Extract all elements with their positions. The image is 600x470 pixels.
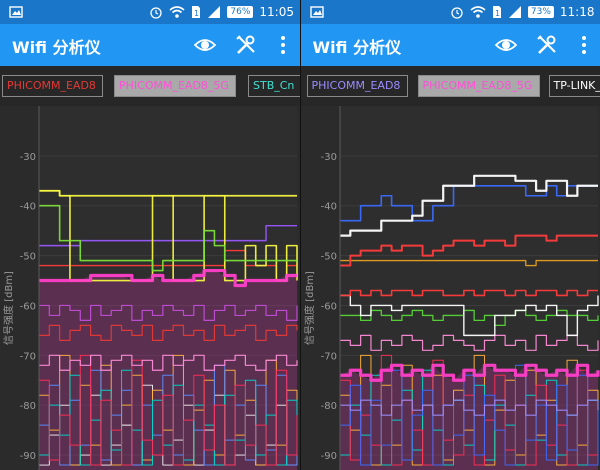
status-time: 11:05 <box>259 5 294 19</box>
tab-label: STB_Cn <box>253 79 295 92</box>
y-tick-label: -50 <box>320 252 336 263</box>
network-tabs: PHICOMM_EAD8 PHICOMM_EAD8_5G TP-LINK_ <box>300 66 600 106</box>
signal-chart: -30 -40 -50 -60 -70 -80 -90 信号强度 [dBm] <box>301 106 600 470</box>
tab-network-0[interactable]: PHICOMM_EAD8 <box>306 75 408 97</box>
tab-label: TP-LINK_ <box>553 79 600 92</box>
eye-icon[interactable] <box>194 34 216 56</box>
cell-signal-icon <box>508 6 521 18</box>
y-tick-label: -40 <box>320 202 336 213</box>
image-notification-icon <box>309 6 324 18</box>
cell-signal-icon <box>208 6 221 18</box>
status-bar: 1 73% 11:18 <box>300 0 600 24</box>
y-tick-label: -30 <box>320 152 336 163</box>
signal-chart-svg: -30 -40 -50 -60 -70 -80 -90 信号强度 [dBm] <box>303 106 600 470</box>
status-time: 11:18 <box>559 5 595 19</box>
y-tick-label: -60 <box>320 301 336 312</box>
svg-text:1: 1 <box>194 9 199 18</box>
y-tick-label: -90 <box>320 451 336 462</box>
y-tick-label: -70 <box>20 351 36 362</box>
y-axis-label: 信号强度 [dBm] <box>303 271 316 345</box>
app-toolbar: Wifi 分析仪 <box>300 24 600 66</box>
tab-label: PHICOMM_EAD8_5G <box>119 79 229 92</box>
sim-card-icon: 1 <box>192 6 201 18</box>
app-title: Wifi 分析仪 <box>312 38 402 57</box>
y-tick-label: -80 <box>320 401 336 412</box>
app-toolbar: Wifi 分析仪 <box>0 24 300 66</box>
y-tick-label: -30 <box>20 152 36 163</box>
phone-panel-left: 1 76% 11:05 Wifi 分析仪 PHICOMM_EAD8 PHICOM… <box>0 0 300 470</box>
tools-icon[interactable] <box>235 34 257 56</box>
svg-text:1: 1 <box>495 9 500 18</box>
phone-panel-right: 1 73% 11:18 Wifi 分析仪 PHICOMM_EAD8 PHICOM… <box>299 0 600 470</box>
sim-card-icon: 1 <box>492 6 501 18</box>
eye-icon[interactable] <box>494 34 517 56</box>
alarm-clock-icon <box>451 7 463 19</box>
screenshot-stage: 1 76% 11:05 Wifi 分析仪 PHICOMM_EAD8 PHICOM… <box>0 0 600 470</box>
tab-network-1[interactable]: PHICOMM_EAD8_5G <box>417 75 540 97</box>
status-bar: 1 76% 11:05 <box>0 0 300 24</box>
alarm-clock-icon <box>150 7 163 19</box>
tab-label: PHICOMM_EAD8 <box>7 79 96 92</box>
wifi-icon <box>169 6 185 18</box>
tab-network-2[interactable]: TP-LINK_ <box>548 75 600 97</box>
y-axis-label: 信号强度 [dBm] <box>2 271 15 345</box>
image-notification-icon <box>9 6 23 18</box>
y-tick-label: -80 <box>20 401 36 412</box>
tab-network-2[interactable]: STB_Cn <box>248 75 300 97</box>
more-options-icon[interactable] <box>272 34 294 56</box>
signal-chart: -30 -40 -50 -60 -70 -80 -90 信号强度 [dBm] <box>0 106 300 470</box>
wifi-icon <box>470 6 486 18</box>
tab-network-1[interactable]: PHICOMM_EAD8_5G <box>114 75 236 97</box>
signal-chart-svg: -30 -40 -50 -60 -70 -80 -90 信号强度 [dBm] <box>2 106 298 470</box>
y-tick-label: -40 <box>20 202 36 213</box>
y-tick-label: -60 <box>20 301 36 312</box>
y-tick-label: -50 <box>20 252 36 263</box>
tab-label: PHICOMM_EAD8 <box>311 79 401 92</box>
tab-label: PHICOMM_EAD8_5G <box>422 79 533 92</box>
y-tick-label: -70 <box>320 351 336 362</box>
network-tabs: PHICOMM_EAD8 PHICOMM_EAD8_5G STB_Cn <box>0 66 300 106</box>
more-options-icon[interactable] <box>573 34 595 56</box>
battery-level: 76% <box>227 6 254 18</box>
tab-network-0[interactable]: PHICOMM_EAD8 <box>2 75 103 97</box>
tools-icon[interactable] <box>536 34 558 56</box>
y-tick-label: -90 <box>20 451 36 462</box>
app-title: Wifi 分析仪 <box>12 38 101 57</box>
battery-level: 73% <box>527 6 554 18</box>
